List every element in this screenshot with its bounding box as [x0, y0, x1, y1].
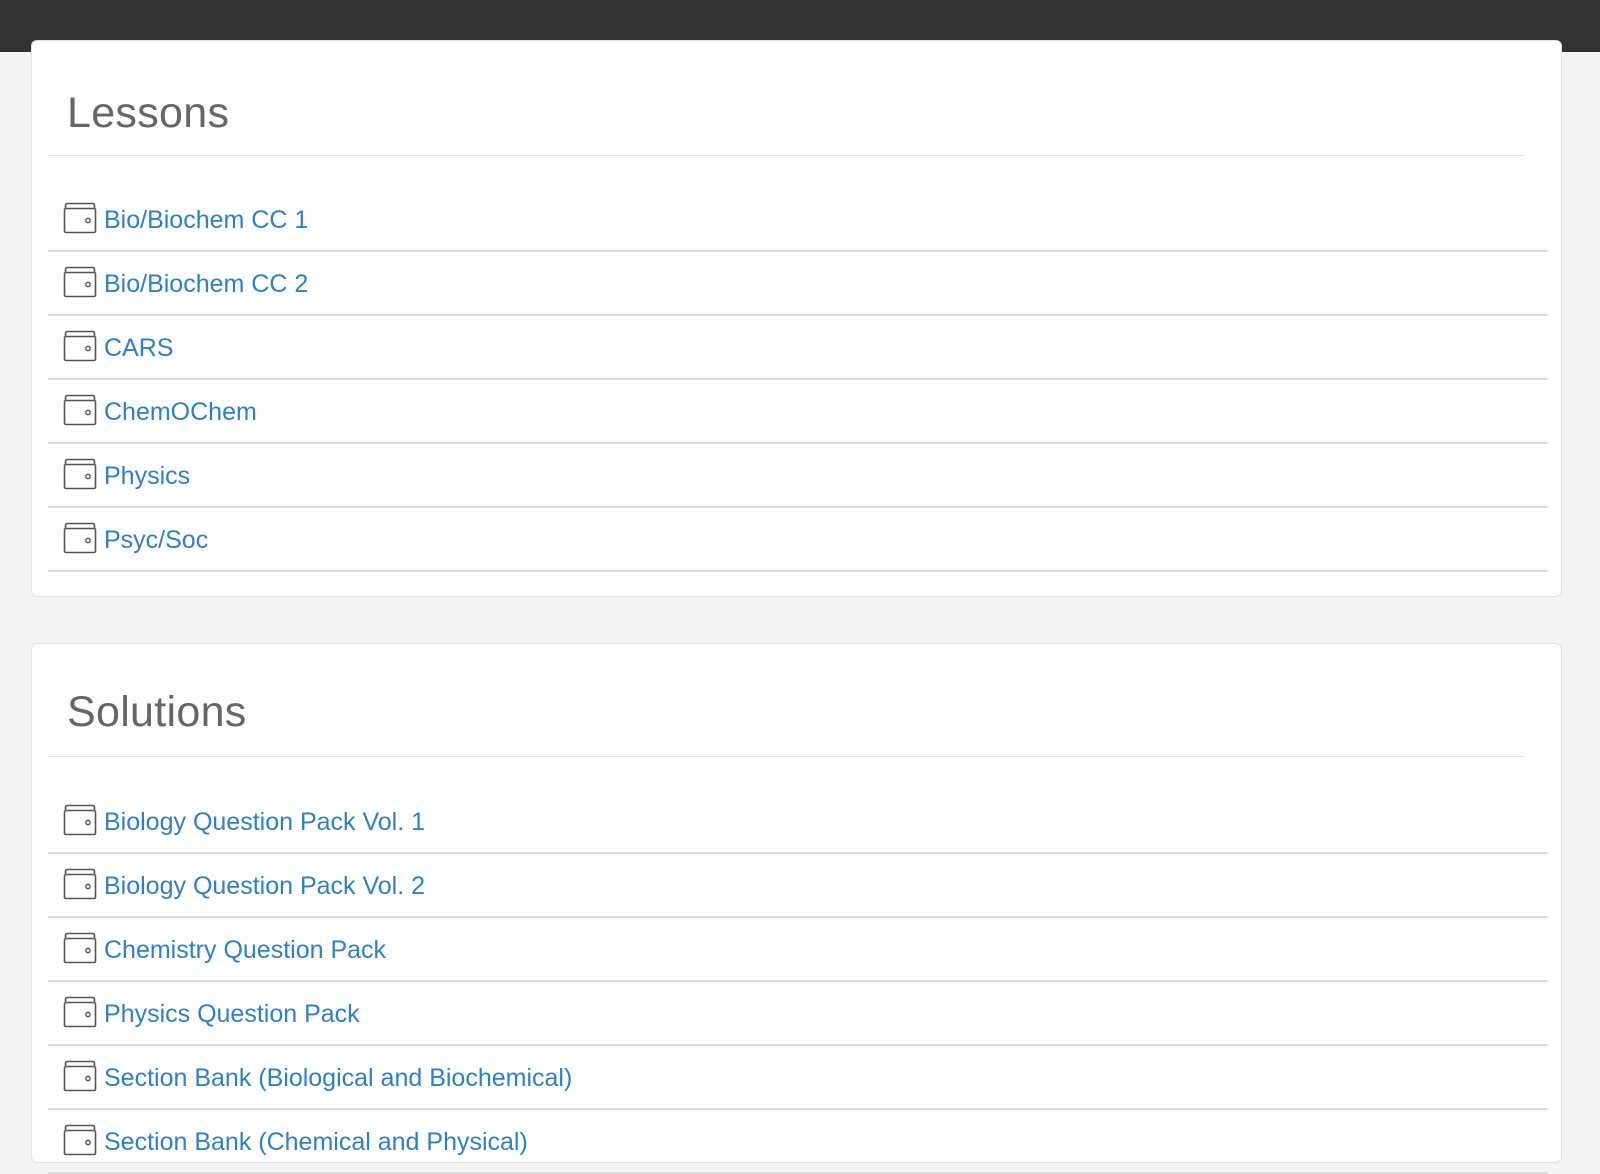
list-item[interactable]: Bio/Biochem CC 2: [48, 252, 1548, 316]
folder-icon: [63, 1124, 97, 1156]
list-item-link[interactable]: Bio/Biochem CC 2: [48, 252, 1548, 314]
list-item-label: ChemOChem: [104, 398, 257, 426]
lessons-list: Bio/Biochem CC 1 Bio/Biochem CC 2 CARS Chem…: [48, 188, 1548, 572]
folder-icon: [63, 932, 97, 964]
list-item[interactable]: Biology Question Pack Vol. 1: [48, 790, 1548, 854]
list-item-link[interactable]: Biology Question Pack Vol. 1: [48, 790, 1548, 852]
list-item[interactable]: Psyc/Soc: [48, 508, 1548, 572]
list-item[interactable]: ChemOChem: [48, 380, 1548, 444]
list-item-label: Bio/Biochem CC 1: [104, 206, 309, 234]
list-item-link[interactable]: CARS: [48, 316, 1548, 378]
folder-icon: [63, 394, 97, 426]
list-item-label: Chemistry Question Pack: [104, 936, 387, 964]
list-item[interactable]: CARS: [48, 316, 1548, 380]
list-item-label: Physics: [104, 462, 191, 490]
folder-icon: [63, 868, 97, 900]
list-item-link[interactable]: Physics Question Pack: [48, 982, 1548, 1044]
solutions-title-divider: [48, 756, 1524, 757]
list-item-link[interactable]: Chemistry Question Pack: [48, 918, 1548, 980]
list-item-label: Section Bank (Biological and Biochemical…: [104, 1064, 573, 1092]
lessons-title: Lessons: [67, 89, 230, 137]
list-item[interactable]: Chemistry Question Pack: [48, 918, 1548, 982]
list-item-link[interactable]: ChemOChem: [48, 380, 1548, 442]
list-item-label: Psyc/Soc: [104, 526, 209, 554]
list-item-label: Biology Question Pack Vol. 2: [104, 872, 426, 900]
solutions-title: Solutions: [67, 688, 247, 736]
list-item[interactable]: Section Bank (Chemical and Physical): [48, 1110, 1548, 1174]
list-item[interactable]: Physics Question Pack: [48, 982, 1548, 1046]
list-item-label: Section Bank (Chemical and Physical): [104, 1128, 528, 1156]
folder-icon: [63, 522, 97, 554]
list-item-link[interactable]: Physics: [48, 444, 1548, 506]
folder-icon: [63, 1060, 97, 1092]
list-item-link[interactable]: Biology Question Pack Vol. 2: [48, 854, 1548, 916]
list-item[interactable]: Physics: [48, 444, 1548, 508]
solutions-list: Biology Question Pack Vol. 1 Biology Ques…: [48, 790, 1548, 1174]
folder-icon: [63, 458, 97, 490]
list-item-link[interactable]: Bio/Biochem CC 1: [48, 188, 1548, 250]
folder-icon: [63, 996, 97, 1028]
list-item-label: Biology Question Pack Vol. 1: [104, 808, 426, 836]
list-item-label: Physics Question Pack: [104, 1000, 360, 1028]
list-item-label: CARS: [104, 334, 174, 362]
folder-icon: [63, 266, 97, 298]
list-item[interactable]: Section Bank (Biological and Biochemical…: [48, 1046, 1548, 1110]
list-item[interactable]: Biology Question Pack Vol. 2: [48, 854, 1548, 918]
lessons-panel: Lessons Bio/Biochem CC 1 Bio/Biochem CC 2…: [31, 40, 1562, 597]
solutions-panel: Solutions Biology Question Pack Vol. 1 Bi…: [31, 643, 1562, 1174]
list-item-label: Bio/Biochem CC 2: [104, 270, 309, 298]
list-item[interactable]: Bio/Biochem CC 1: [48, 188, 1548, 252]
list-item-link[interactable]: Section Bank (Chemical and Physical): [48, 1110, 1548, 1172]
list-item-link[interactable]: Section Bank (Biological and Biochemical…: [48, 1046, 1548, 1108]
lessons-title-divider: [48, 155, 1524, 156]
folder-icon: [63, 804, 97, 836]
list-item-link[interactable]: Psyc/Soc: [48, 508, 1548, 570]
folder-icon: [63, 330, 97, 362]
folder-icon: [63, 202, 97, 234]
